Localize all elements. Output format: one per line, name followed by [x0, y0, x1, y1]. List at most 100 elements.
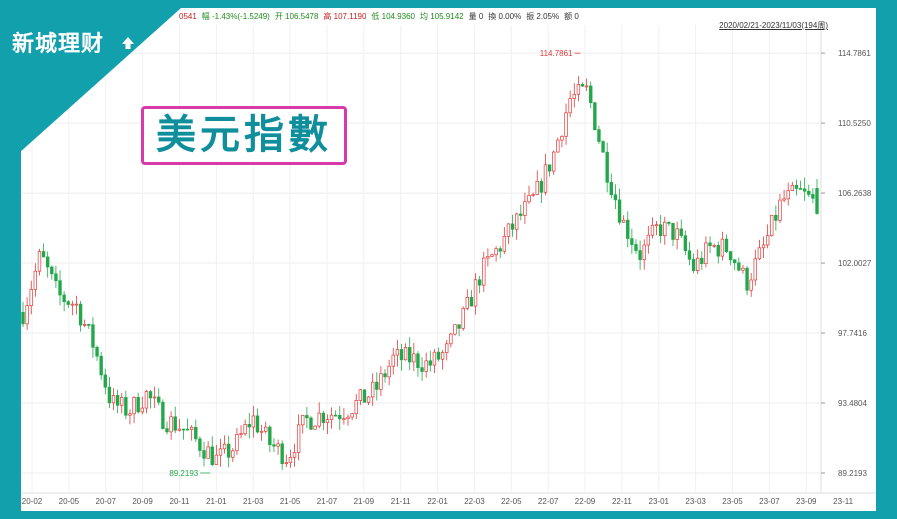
candle-body — [601, 141, 605, 153]
candle-body — [140, 407, 144, 413]
quote-field: 均 105.9142 — [420, 12, 464, 21]
candle-body — [231, 450, 235, 458]
x-tick-label: 23-03 — [685, 497, 706, 506]
candle-body — [366, 396, 371, 403]
candle-body — [449, 333, 453, 345]
quote-field: 低 104.9360 — [371, 12, 416, 21]
candle-body — [724, 238, 729, 252]
candle-body — [658, 224, 663, 236]
candle-body — [107, 386, 112, 404]
candle-body — [235, 434, 239, 452]
candle-body — [387, 365, 391, 378]
candle-body — [157, 396, 161, 403]
x-tick-label: 23-07 — [759, 497, 780, 506]
candle-body — [486, 256, 490, 259]
candle-body — [148, 391, 153, 399]
x-tick-label: 23-05 — [722, 497, 743, 506]
chart-panel: 114.7861 110.5250 106.2638 102.0027 97.7416 9… — [21, 8, 876, 511]
candle-body — [720, 238, 725, 257]
candle-body — [564, 112, 568, 137]
candle-body — [379, 373, 383, 390]
candle-body — [531, 194, 535, 196]
candle-body — [111, 395, 116, 404]
candle-body — [161, 401, 165, 429]
candle-body — [420, 367, 424, 372]
quote-field: 开 106.5478 — [274, 12, 319, 21]
candle-body — [465, 296, 469, 309]
candle-body — [301, 415, 305, 426]
candle-body — [807, 190, 811, 195]
candle-body — [440, 352, 445, 360]
candle-body — [790, 185, 795, 191]
candle-body — [333, 414, 338, 417]
candle-body — [634, 244, 638, 251]
candle-body — [83, 324, 87, 326]
candle-body — [218, 448, 223, 456]
candle-body — [683, 235, 688, 252]
candle-body — [350, 413, 354, 418]
candle-body — [737, 262, 741, 271]
candle-body — [716, 244, 720, 257]
candle-body — [798, 188, 803, 190]
candle-body — [609, 181, 613, 196]
candle-body — [691, 258, 696, 271]
x-tick-label: 21-11 — [391, 497, 411, 506]
x-tick-label: 21-01 — [206, 497, 227, 506]
quote-field: 換 0.00% — [488, 12, 522, 21]
candle-body — [593, 102, 597, 130]
candle-body — [560, 135, 564, 141]
candle-body — [457, 324, 461, 329]
y-tick-label: 89.2193 — [838, 469, 867, 478]
candle-body — [173, 416, 177, 431]
candle-body — [552, 151, 556, 172]
candle-body — [354, 400, 358, 415]
candle-body — [757, 247, 762, 260]
candle-body — [62, 294, 66, 302]
candle-body — [313, 425, 317, 430]
candle-body — [403, 347, 408, 361]
brand-name: 新城理财 — [12, 32, 105, 57]
candle-body — [152, 396, 157, 399]
candle-body — [663, 221, 667, 236]
candle-body — [268, 426, 272, 446]
candle-body — [453, 324, 457, 335]
candle-body — [782, 198, 786, 201]
candle-body — [510, 223, 515, 230]
candle-body — [296, 424, 301, 453]
x-tick-label: 20-07 — [96, 497, 117, 506]
candle-body — [399, 349, 404, 361]
candle-body — [50, 266, 54, 275]
candle-body — [214, 454, 219, 465]
candle-body — [556, 139, 560, 153]
candle-body — [436, 351, 441, 360]
candle-body — [428, 360, 432, 366]
candle-body — [243, 424, 247, 435]
x-tick-label: 23-09 — [796, 497, 817, 506]
candle-body — [198, 438, 202, 451]
candle-body — [194, 426, 198, 440]
candle-body — [54, 273, 58, 282]
candle-body — [477, 279, 482, 286]
candle-body — [506, 223, 511, 237]
candle-body — [642, 244, 646, 261]
candle-body — [741, 267, 745, 271]
candle-body — [29, 289, 33, 306]
candle-body — [572, 93, 576, 99]
candle-body — [589, 85, 593, 104]
candle-body — [527, 195, 531, 203]
candle-body — [346, 416, 350, 420]
candle-body — [547, 164, 552, 172]
candle-body — [580, 84, 585, 87]
candle-body — [630, 238, 634, 245]
candle-body — [498, 248, 502, 252]
candle-body — [626, 219, 630, 239]
candle-body — [675, 228, 679, 240]
candle-body — [124, 397, 128, 416]
candle-body — [494, 248, 498, 256]
candle-body — [687, 250, 692, 260]
date-range-label[interactable]: 2020/02/21-2023/11/03(194周) — [719, 20, 828, 31]
x-tick-label: 21-05 — [280, 497, 301, 506]
candle-body — [646, 234, 651, 246]
candle-body — [25, 305, 29, 325]
candle-body — [539, 181, 544, 193]
